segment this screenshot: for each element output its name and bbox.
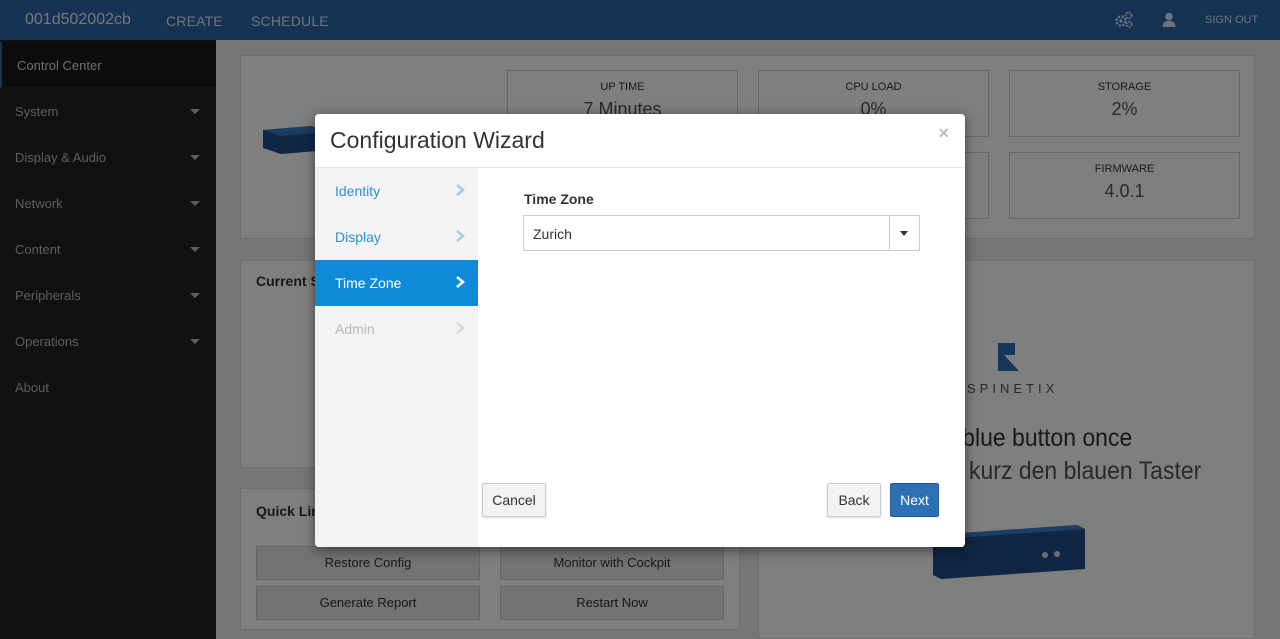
modal-title: Configuration Wizard [330,127,545,153]
back-button[interactable]: Back [827,483,881,517]
chevron-right-icon [456,276,465,288]
wizard-content: Time Zone Zurich Cancel Back Next [478,168,965,547]
next-button[interactable]: Next [890,483,939,517]
wizard-steps-nav: Identity Display Time Zone Admin [315,168,478,547]
modal-header: Configuration Wizard × [315,114,965,168]
close-icon[interactable]: × [938,123,949,144]
chevron-right-icon [456,230,465,242]
dropdown-toggle[interactable] [889,216,919,250]
wizard-step-label: Identity [335,183,381,199]
wizard-step-identity[interactable]: Identity [315,168,478,214]
wizard-step-time-zone[interactable]: Time Zone [315,260,478,306]
wizard-step-label: Admin [335,321,375,337]
time-zone-label: Time Zone [524,191,594,207]
wizard-step-label: Display [335,229,381,245]
chevron-right-icon [456,322,465,334]
wizard-step-admin: Admin [315,306,478,352]
caret-down-icon [900,231,908,236]
time-zone-select[interactable]: Zurich [523,215,920,251]
chevron-right-icon [456,184,465,196]
cancel-button[interactable]: Cancel [482,483,546,517]
wizard-step-label: Time Zone [335,275,402,291]
configuration-wizard-dialog: Configuration Wizard × Identity Display … [315,114,965,547]
wizard-step-display[interactable]: Display [315,214,478,260]
time-zone-selected-value: Zurich [533,226,572,242]
